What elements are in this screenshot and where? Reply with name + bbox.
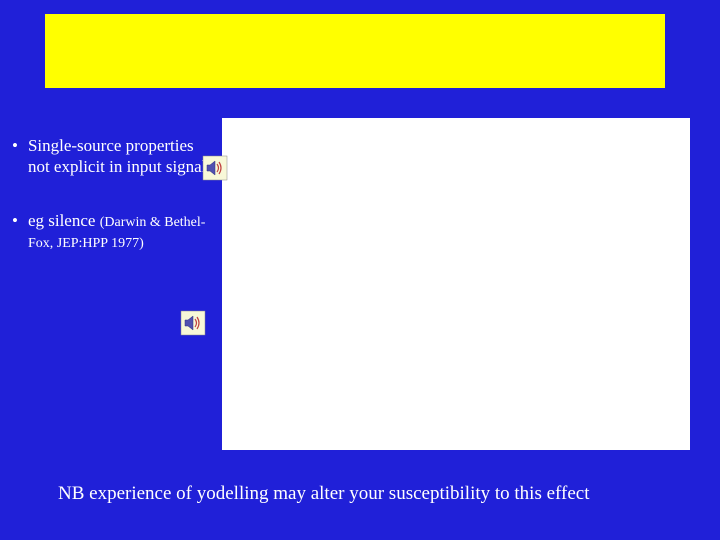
footnote-text: NB experience of yodelling may alter you… xyxy=(58,483,590,505)
sound-speaker-icon[interactable] xyxy=(180,310,206,336)
bullet-marker: • xyxy=(12,210,18,231)
bullet-text: eg silence (Darwin & Bethel-Fox, JEP:HPP… xyxy=(28,210,218,253)
chart-placeholder xyxy=(222,118,690,450)
list-item: • eg silence (Darwin & Bethel-Fox, JEP:H… xyxy=(8,210,218,253)
sound-speaker-icon[interactable] xyxy=(202,155,228,181)
title-banner xyxy=(45,14,665,88)
bullet-marker: • xyxy=(12,135,18,156)
list-item: • Single-source properties not explicit … xyxy=(8,135,218,178)
bullet-list: • Single-source properties not explicit … xyxy=(8,135,218,285)
bullet-text: Single-source properties not explicit in… xyxy=(28,135,218,178)
